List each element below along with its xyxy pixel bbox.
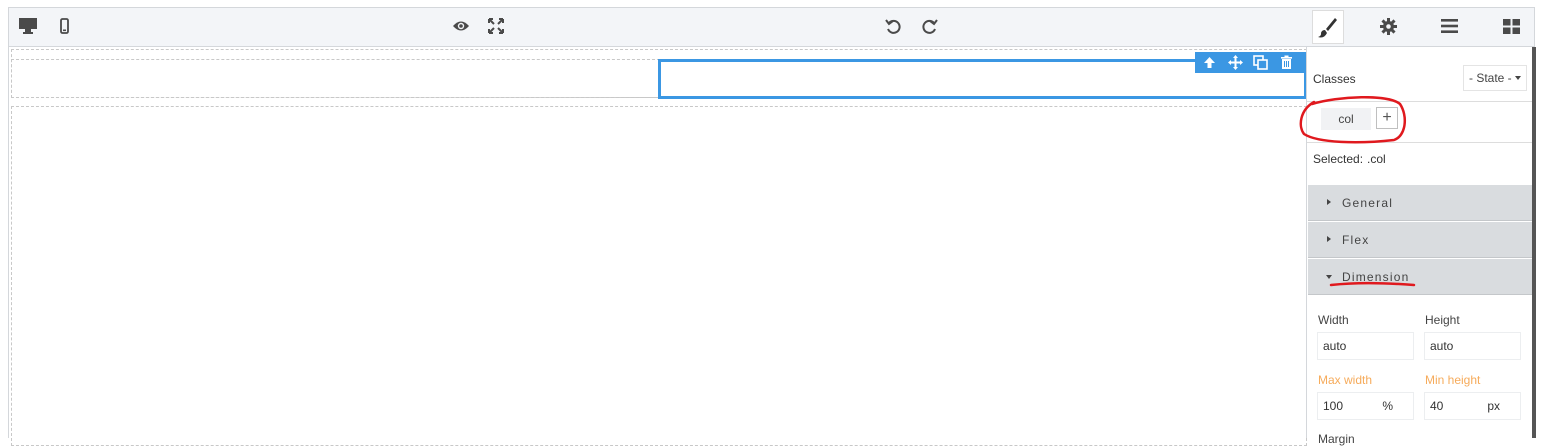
min-height-label: Min height — [1425, 373, 1481, 387]
margin-label: Margin — [1318, 432, 1355, 446]
max-width-label: Max width — [1318, 373, 1373, 387]
height-input[interactable]: auto — [1424, 332, 1521, 360]
max-width-value: 100 — [1323, 399, 1344, 413]
cell-left[interactable] — [11, 59, 660, 98]
move-icon[interactable] — [1227, 54, 1244, 71]
min-height-input[interactable]: 40 px — [1424, 392, 1521, 420]
height-value: auto — [1430, 339, 1454, 353]
min-height-value: 40 — [1430, 399, 1444, 413]
max-width-unit[interactable]: % — [1382, 393, 1393, 419]
layers-menu-icon[interactable] — [1441, 19, 1458, 33]
chevron-down-icon — [1515, 76, 1521, 80]
redo-icon[interactable] — [921, 18, 938, 35]
state-select-label: - State - — [1469, 71, 1512, 85]
sector-dimension[interactable]: Dimension — [1308, 259, 1533, 295]
body-wrapper[interactable] — [11, 106, 1307, 446]
desktop-icon[interactable] — [18, 17, 38, 35]
panel-scrollbar[interactable] — [1532, 47, 1536, 438]
width-label: Width — [1318, 313, 1349, 327]
component-toolbar — [1195, 52, 1306, 73]
add-class-button[interactable]: + — [1376, 107, 1398, 129]
fullscreen-icon[interactable] — [488, 18, 504, 34]
sector-general-label: General — [1342, 196, 1394, 210]
height-label: Height — [1425, 313, 1460, 327]
state-select[interactable]: - State - — [1463, 65, 1527, 91]
gear-icon[interactable] — [1380, 18, 1397, 35]
trash-icon[interactable] — [1278, 54, 1295, 71]
width-input[interactable]: auto — [1317, 332, 1414, 360]
mobile-icon[interactable] — [60, 18, 69, 34]
blocks-grid-icon[interactable] — [1503, 19, 1520, 34]
min-height-unit[interactable]: px — [1487, 393, 1500, 419]
clone-icon[interactable] — [1252, 54, 1269, 71]
classes-bottom-divider — [1307, 142, 1532, 143]
undo-icon[interactable] — [885, 18, 902, 35]
selected-label: Selected: — [1313, 152, 1364, 166]
caret-right-icon — [1327, 199, 1331, 205]
class-tag-col[interactable]: col — [1321, 108, 1371, 130]
selected-value: .col — [1367, 152, 1386, 166]
arrow-up-icon[interactable] — [1201, 54, 1218, 71]
eye-icon[interactable] — [452, 19, 470, 33]
caret-right-icon — [1327, 236, 1331, 242]
sector-flex-label: Flex — [1342, 233, 1370, 247]
sector-flex[interactable]: Flex — [1308, 222, 1533, 258]
style-manager-panel: Classes - State - col + Selected: .col Ge… — [1306, 47, 1533, 446]
caret-down-icon — [1326, 275, 1332, 279]
classes-top-divider — [1307, 101, 1532, 102]
sector-general[interactable]: General — [1308, 185, 1533, 221]
width-value: auto — [1323, 339, 1347, 353]
selected-selector: Selected: .col — [1313, 152, 1386, 166]
paint-brush-icon[interactable] — [1312, 10, 1344, 44]
sector-dimension-label: Dimension — [1342, 270, 1410, 284]
classes-label: Classes — [1313, 72, 1356, 86]
editor-topbar — [8, 7, 1535, 47]
editor-canvas[interactable] — [8, 47, 1307, 446]
max-width-input[interactable]: 100 % — [1317, 392, 1414, 420]
